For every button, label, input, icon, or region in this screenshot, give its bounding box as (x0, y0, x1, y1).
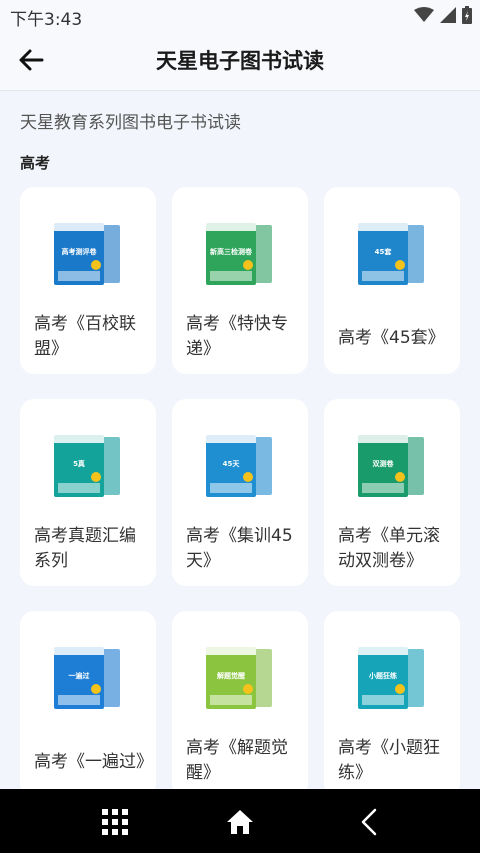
book-card[interactable]: 5真高考真题汇编系列 (20, 399, 156, 586)
page-subtitle: 天星教育系列图书电子书试读 (20, 113, 241, 133)
book-card[interactable]: 高考测评卷高考《百校联盟》 (20, 187, 156, 374)
book-card[interactable]: 45天高考《集训45天》 (172, 399, 308, 586)
page-title: 天星电子图书试读 (156, 49, 324, 73)
menu-button[interactable] (100, 807, 130, 837)
book-cover: 5真 (52, 433, 124, 499)
battery-charging-icon (462, 6, 472, 24)
book-title: 高考《百校联盟》 (34, 314, 136, 359)
header-divider (0, 90, 480, 91)
svg-text:高考测评卷: 高考测评卷 (62, 247, 98, 256)
book-cover: 双测卷 (356, 433, 428, 499)
book-cover: 45套 (356, 221, 428, 287)
nav-back-button[interactable] (355, 807, 385, 837)
book-cover: 一遍过 (52, 645, 124, 711)
signal-icon (440, 7, 456, 23)
book-card[interactable]: 小题狂练高考《小题狂练》 (324, 611, 460, 798)
svg-text:45天: 45天 (223, 460, 241, 468)
svg-text:5真: 5真 (73, 459, 85, 468)
book-card[interactable]: 45套高考《45套》 (324, 187, 460, 374)
book-title: 高考《解题觉醒》 (186, 738, 288, 783)
book-card[interactable]: 一遍过高考《一遍过》 (20, 611, 156, 798)
back-icon (361, 808, 377, 836)
system-nav-bar (0, 789, 480, 853)
book-title: 高考《一遍过》 (34, 752, 153, 772)
app-header: 天星电子图书试读 (0, 30, 480, 90)
menu-grid-icon (102, 809, 128, 835)
svg-text:解题觉醒: 解题觉醒 (217, 671, 245, 680)
book-card[interactable]: 解题觉醒高考《解题觉醒》 (172, 611, 308, 798)
book-cover: 小题狂练 (356, 645, 428, 711)
svg-text:双测卷: 双测卷 (373, 459, 395, 468)
status-icons (414, 6, 472, 24)
status-time: 下午3:43 (10, 10, 83, 30)
book-title: 高考《集训45天》 (186, 526, 293, 571)
status-bar: 下午3:43 (0, 0, 480, 30)
book-title: 高考《特快专递》 (186, 314, 288, 359)
home-icon (227, 810, 253, 834)
book-title: 高考真题汇编系列 (34, 526, 136, 571)
book-card[interactable]: 双测卷高考《单元滚动双测卷》 (324, 399, 460, 586)
book-title: 高考《单元滚动双测卷》 (338, 526, 440, 571)
book-cover: 解题觉醒 (204, 645, 276, 711)
wifi-icon (414, 7, 434, 22)
book-title: 高考《小题狂练》 (338, 738, 440, 783)
svg-text:新高三检测卷: 新高三检测卷 (210, 247, 253, 256)
section-title-gaokao: 高考 (20, 154, 51, 172)
svg-text:一遍过: 一遍过 (69, 671, 90, 680)
book-title: 高考《45套》 (338, 328, 445, 348)
svg-text:小题狂练: 小题狂练 (368, 671, 397, 680)
book-cover: 高考测评卷 (52, 221, 124, 287)
book-card[interactable]: 新高三检测卷高考《特快专递》 (172, 187, 308, 374)
svg-text:45套: 45套 (375, 247, 393, 256)
book-cover: 新高三检测卷 (204, 221, 276, 287)
home-button[interactable] (225, 807, 255, 837)
book-cover: 45天 (204, 433, 276, 499)
